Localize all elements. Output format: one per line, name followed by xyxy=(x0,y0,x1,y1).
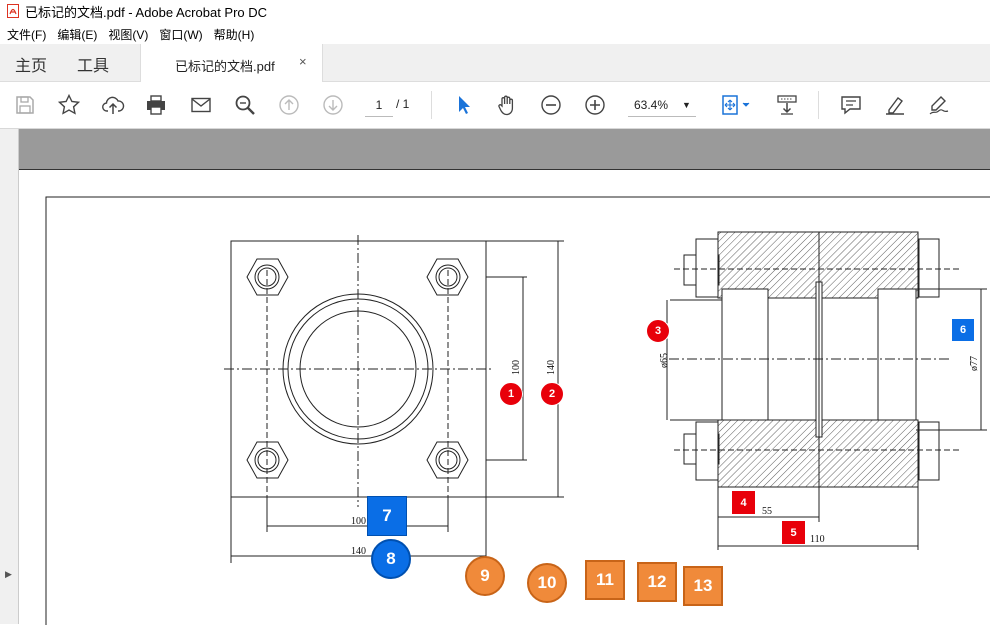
dim-140-horizontal: 140 xyxy=(351,546,366,557)
zoom-out-icon[interactable] xyxy=(538,92,564,118)
mail-icon[interactable] xyxy=(188,92,214,118)
marker-2[interactable]: 2 xyxy=(540,382,564,406)
marker-6[interactable]: 6 xyxy=(952,319,974,341)
print-icon[interactable] xyxy=(143,92,169,118)
dim-140-vertical: 140 xyxy=(546,360,557,375)
expand-panel-icon: ▶ xyxy=(5,569,12,579)
select-arrow-icon[interactable] xyxy=(450,92,476,118)
pdf-page: 100 140 100 140 ø65 ø77 55 110 1 2 3 4 5… xyxy=(19,169,990,625)
sign-icon[interactable] xyxy=(926,92,952,118)
menu-help[interactable]: 帮助(H) xyxy=(214,26,255,43)
page-up-icon[interactable] xyxy=(276,92,302,118)
dim-d77: ø77 xyxy=(969,356,980,371)
marker-4[interactable]: 4 xyxy=(732,491,755,514)
chevron-down-icon: ▼ xyxy=(682,100,691,110)
marker-11[interactable]: 11 xyxy=(585,560,625,600)
document-tab-label: 已标记的文档.pdf xyxy=(175,59,275,74)
menu-view[interactable]: 视图(V) xyxy=(108,26,148,43)
marker-1[interactable]: 1 xyxy=(499,382,523,406)
marker-5[interactable]: 5 xyxy=(782,521,805,544)
marker-7[interactable]: 7 xyxy=(367,496,407,536)
zoom-level-dropdown[interactable]: 63.4% ▼ xyxy=(628,94,696,117)
menu-bar: 文件(F) 编辑(E) 视图(V) 窗口(W) 帮助(H) xyxy=(0,24,990,44)
close-tab-button[interactable]: × xyxy=(299,54,307,69)
zoom-value: 63.4% xyxy=(634,98,669,112)
page-down-icon[interactable] xyxy=(320,92,346,118)
zoom-in-icon[interactable] xyxy=(582,92,608,118)
star-icon[interactable] xyxy=(56,92,82,118)
save-icon[interactable] xyxy=(12,92,38,118)
left-panel-toggle[interactable]: ▶ xyxy=(0,129,19,624)
pdf-file-icon xyxy=(7,4,19,18)
menu-file[interactable]: 文件(F) xyxy=(7,26,46,43)
marker-3[interactable]: 3 xyxy=(646,319,670,343)
fit-page-icon[interactable] xyxy=(718,92,754,118)
viewer-background xyxy=(19,129,990,169)
menu-window[interactable]: 窗口(W) xyxy=(159,26,202,43)
marker-10[interactable]: 10 xyxy=(527,563,567,603)
tab-home[interactable]: 主页 xyxy=(15,52,47,76)
tab-tools[interactable]: 工具 xyxy=(77,52,109,76)
marker-13[interactable]: 13 xyxy=(683,566,723,606)
menu-edit[interactable]: 编辑(E) xyxy=(57,26,97,43)
page-total: / 1 xyxy=(396,97,410,111)
comment-icon[interactable] xyxy=(838,92,864,118)
dim-110: 110 xyxy=(810,534,825,545)
toolbar-divider xyxy=(431,91,432,119)
toolbar-divider xyxy=(818,91,819,119)
dim-100-vertical: 100 xyxy=(511,360,522,375)
toolbar: 1 / 1 63.4% ▼ xyxy=(0,82,990,129)
marker-9[interactable]: 9 xyxy=(465,556,505,596)
highlight-icon[interactable] xyxy=(882,92,908,118)
dim-d65: ø65 xyxy=(659,353,670,368)
document-viewer[interactable]: ▶ 100 140 100 140 ø65 ø77 55 110 1 2 3 4… xyxy=(0,129,990,625)
title-bar: 已标记的文档.pdf - Adobe Acrobat Pro DC xyxy=(0,0,990,22)
page-number-input[interactable]: 1 xyxy=(365,94,393,117)
marker-8[interactable]: 8 xyxy=(371,539,411,579)
tab-bar: 主页 工具 已标记的文档.pdf × xyxy=(0,44,990,82)
upload-icon[interactable] xyxy=(100,92,126,118)
scroll-mode-icon[interactable] xyxy=(774,92,800,118)
dim-100-horizontal: 100 xyxy=(351,516,366,527)
window-title: 已标记的文档.pdf - Adobe Acrobat Pro DC xyxy=(25,4,268,20)
hand-icon[interactable] xyxy=(494,92,520,118)
tab-document[interactable]: 已标记的文档.pdf × xyxy=(140,44,323,82)
zoom-search-icon[interactable] xyxy=(232,92,258,118)
marker-12[interactable]: 12 xyxy=(637,562,677,602)
dim-55: 55 xyxy=(762,506,772,517)
